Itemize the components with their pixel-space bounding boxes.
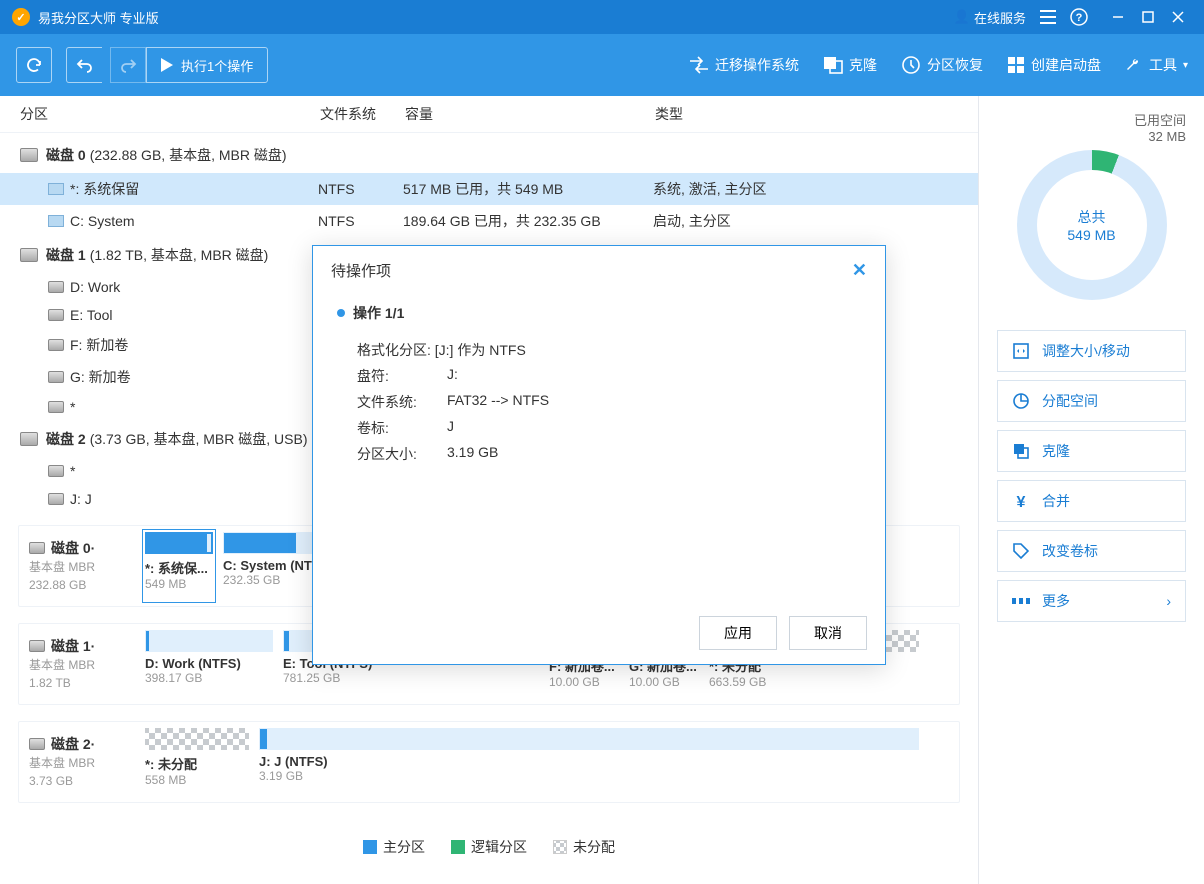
op-change-label[interactable]: 改变卷标 (997, 530, 1186, 572)
allocate-icon (1012, 392, 1030, 410)
col-type: 类型 (655, 104, 958, 124)
partition-icon (48, 493, 64, 505)
disk-icon (29, 640, 45, 652)
partition-table-header: 分区 文件系统 容量 类型 (0, 96, 978, 133)
app-logo-icon: ✓ (12, 8, 30, 26)
disk-icon (20, 248, 38, 262)
partition-row[interactable]: *: 系统保留 NTFS 517 MB 已用，共 549 MB 系统, 激活, … (0, 173, 978, 205)
refresh-button[interactable] (16, 47, 52, 83)
merge-icon: ¥ (1012, 492, 1030, 510)
disk-map-label: 磁盘 1· 基本盘 MBR1.82 TB (25, 630, 135, 698)
svg-text:?: ? (1076, 12, 1083, 24)
disk-map-row: 磁盘 2· 基本盘 MBR3.73 GB *: 未分配558 MB J: J (… (18, 721, 960, 803)
col-filesystem: 文件系统 (320, 104, 405, 124)
pending-operations-dialog: 待操作项 ✕ 操作 1/1 格式化分区: [J:] 作为 NTFS 盘符:J:文… (312, 245, 886, 665)
migrate-icon (689, 56, 709, 74)
dialog-detail-row: 分区大小:3.19 GB (337, 441, 861, 467)
title-bar: ✓ 易我分区大师 专业版 👤 在线服务 ? (0, 0, 1204, 34)
redo-button[interactable] (110, 47, 146, 83)
disk-icon (20, 432, 38, 446)
main-toolbar: 执行1个操作 迁移操作系统 克隆 分区恢复 创建启动盘 工具 ▾ (0, 34, 1204, 96)
migrate-os-button[interactable]: 迁移操作系统 (689, 55, 799, 75)
boot-disk-icon (1007, 56, 1025, 74)
operation-action: 格式化分区: [J:] 作为 NTFS (357, 340, 526, 360)
col-partition: 分区 (20, 104, 320, 124)
op-more[interactable]: 更多 › (997, 580, 1186, 622)
apply-button[interactable]: 应用 (699, 616, 777, 650)
wrench-icon (1125, 56, 1143, 74)
tag-icon (1012, 542, 1030, 560)
disk-icon (29, 738, 45, 750)
right-sidebar: 已用空间32 MB 总共 549 MB 调整大小/移动 分配空间 克隆 ¥合并 … (978, 96, 1204, 884)
donut-total-label: 总共 (1078, 207, 1106, 227)
help-button[interactable]: ? (1070, 8, 1088, 26)
clone-button[interactable]: 克隆 (823, 55, 877, 75)
tools-menu[interactable]: 工具 ▾ (1125, 55, 1188, 75)
used-space-label: 已用空间32 MB (1134, 110, 1186, 144)
recover-icon (901, 55, 921, 75)
cancel-button[interactable]: 取消 (789, 616, 867, 650)
online-service-link[interactable]: 👤 在线服务 (954, 8, 1026, 27)
legend-primary: 主分区 (363, 837, 425, 857)
partition-icon (48, 215, 64, 227)
donut-total-value: 549 MB (1067, 227, 1115, 243)
bullet-icon (337, 309, 345, 317)
legend: 主分区 逻辑分区 未分配 (0, 827, 978, 869)
disk-map-segment[interactable]: *: 系统保...549 MB (145, 532, 213, 600)
create-boot-button[interactable]: 创建启动盘 (1007, 55, 1101, 75)
svg-text:¥: ¥ (1017, 494, 1026, 509)
partition-icon (48, 309, 64, 321)
menu-button[interactable] (1040, 10, 1056, 24)
op-allocate[interactable]: 分配空间 (997, 380, 1186, 422)
dialog-detail-row: 文件系统:FAT32 --> NTFS (337, 389, 861, 415)
disk-row[interactable]: 磁盘 0(232.88 GB, 基本盘, MBR 磁盘) (0, 137, 978, 173)
disk-map-segment[interactable]: J: J (NTFS)3.19 GB (259, 728, 919, 796)
partition-recover-button[interactable]: 分区恢复 (901, 55, 983, 75)
dialog-title: 待操作项 (331, 260, 391, 281)
person-icon: 👤 (954, 9, 970, 25)
op-resize[interactable]: 调整大小/移动 (997, 330, 1186, 372)
undo-button[interactable] (66, 47, 102, 83)
dialog-close-button[interactable]: ✕ (852, 260, 867, 281)
partition-row[interactable]: C: System NTFS 189.64 GB 已用，共 232.35 GB … (0, 205, 978, 237)
disk-map-segment[interactable]: *: 未分配558 MB (145, 728, 249, 796)
dialog-detail-row: 盘符:J: (337, 363, 861, 389)
legend-unalloc: 未分配 (553, 837, 615, 857)
disk-map-label: 磁盘 0· 基本盘 MBR232.88 GB (25, 532, 135, 600)
app-title: 易我分区大师 专业版 (38, 8, 940, 27)
chevron-down-icon: ▾ (1183, 60, 1188, 71)
partition-icon (48, 281, 64, 293)
col-capacity: 容量 (405, 104, 655, 124)
partition-icon (48, 401, 64, 413)
partition-icon (48, 183, 64, 195)
disk-icon (20, 148, 38, 162)
op-merge[interactable]: ¥合并 (997, 480, 1186, 522)
more-icon (1012, 592, 1030, 610)
close-button[interactable] (1164, 5, 1192, 29)
legend-logical: 逻辑分区 (451, 837, 527, 857)
operation-head: 操作 1/1 (353, 303, 404, 323)
disk-map-segment[interactable]: D: Work (NTFS)398.17 GB (145, 630, 273, 698)
resize-icon (1012, 342, 1030, 360)
dialog-detail-row: 卷标:J (337, 415, 861, 441)
op-clone[interactable]: 克隆 (997, 430, 1186, 472)
partition-icon (48, 465, 64, 477)
disk-icon (29, 542, 45, 554)
partition-icon (48, 371, 64, 383)
partition-icon (48, 339, 64, 351)
execute-button[interactable]: 执行1个操作 (146, 47, 268, 83)
minimize-button[interactable] (1104, 5, 1132, 29)
disk-map-segment[interactable]: C: System (NT232.35 GB (223, 532, 313, 600)
clone-icon (823, 56, 843, 74)
disk-map-label: 磁盘 2· 基本盘 MBR3.73 GB (25, 728, 135, 796)
play-icon (161, 58, 173, 72)
chevron-right-icon: › (1166, 593, 1171, 609)
clone-op-icon (1012, 442, 1030, 460)
usage-donut-chart: 总共 549 MB (1017, 150, 1167, 300)
maximize-button[interactable] (1134, 5, 1162, 29)
